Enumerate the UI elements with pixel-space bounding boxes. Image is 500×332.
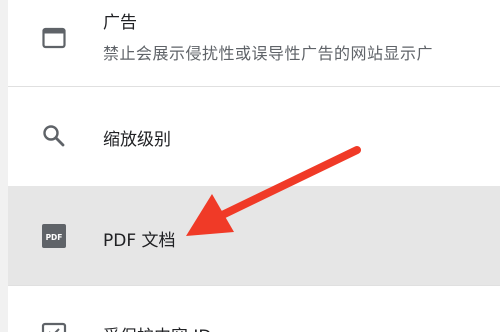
ads-window-icon [40, 24, 68, 52]
setting-row-zoom-levels[interactable]: 缩放级别 [8, 87, 500, 185]
setting-description: 禁止会展示侵扰性或误导性广告的网站显示广 [103, 44, 434, 63]
pdf-icon: PDF [40, 222, 68, 250]
svg-text:PDF: PDF [46, 233, 63, 242]
setting-title: 受保护内容 ID [103, 322, 212, 332]
setting-row-ads[interactable]: 广告 禁止会展示侵扰性或误导性广告的网站显示广 [8, 0, 500, 87]
setting-title: PDF 文档 [103, 231, 176, 251]
setting-row-pdf-documents[interactable]: PDF PDF 文档 [8, 186, 500, 285]
protected-content-icon [40, 320, 68, 332]
setting-title: 广告 [103, 13, 137, 33]
site-settings-list: 广告 禁止会展示侵扰性或误导性广告的网站显示广 缩放级别 PDF PDF 文档 [8, 0, 500, 332]
setting-title: 缩放级别 [103, 130, 171, 150]
search-icon [40, 122, 68, 150]
setting-row-protected-content[interactable]: 受保护内容 ID [8, 286, 500, 332]
